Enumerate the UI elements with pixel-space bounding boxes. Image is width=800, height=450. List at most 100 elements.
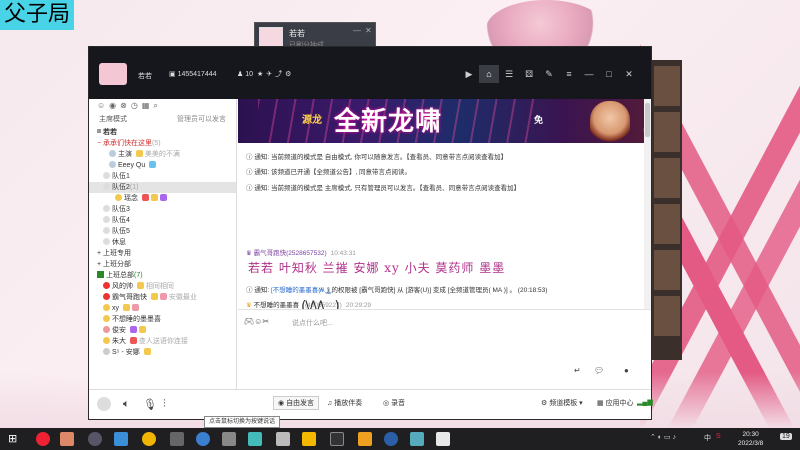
location-icon[interactable]: ◉ — [109, 101, 116, 110]
tree-item[interactable]: 队伍5 — [89, 226, 236, 237]
member-note: 安徽最业 — [168, 294, 197, 301]
maximize-icon[interactable]: □ — [599, 65, 619, 83]
plane-icon[interactable]: ✈ — [266, 71, 275, 78]
tree-item-selected[interactable]: 队伍2(1) — [89, 182, 236, 193]
user-avatar[interactable] — [99, 63, 127, 85]
my-avatar[interactable] — [97, 397, 111, 411]
channel-banner[interactable]: 源龙 全新龙啸 免 — [238, 99, 644, 143]
tree-item[interactable]: 队伍1 — [89, 171, 236, 182]
person-icon[interactable]: ☺ — [97, 101, 105, 110]
search-icon[interactable]: ⌕ — [153, 101, 157, 110]
app-icon-yy[interactable] — [358, 432, 372, 446]
scissors-icon[interactable]: ✂ — [262, 317, 269, 326]
app-icon-dark[interactable] — [330, 432, 344, 446]
minimize-icon[interactable]: — — [579, 65, 599, 83]
link-icon[interactable]: ⊗ — [120, 101, 127, 110]
chat-bubble-icon[interactable]: 💬︎ — [594, 366, 604, 375]
tree-item[interactable]: 上班总部(7) — [89, 270, 236, 281]
dot-icon — [103, 227, 110, 234]
video-icon[interactable]: ▶ — [459, 65, 479, 83]
tree-member[interactable]: 俊安 — [89, 325, 236, 336]
tree-item[interactable]: 队伍4 — [89, 215, 236, 226]
channel-mode-row[interactable]: 主席模式 管理员可以发言 — [89, 111, 236, 127]
user-icon — [103, 282, 110, 289]
tree-item-label: 队伍4 — [112, 217, 130, 224]
tree-member[interactable]: 不想睡的墨墨喜 — [89, 314, 236, 325]
gamepad-icon[interactable]: ⚄ — [519, 65, 539, 83]
gem-badge-icon — [159, 194, 167, 201]
tree-member[interactable]: 瑶念 — [89, 193, 236, 204]
chrome-icon[interactable] — [142, 432, 156, 446]
tree-member[interactable]: 主演 美美的不满 — [89, 149, 236, 160]
minimize-icon[interactable]: — — [353, 26, 361, 35]
history-icon[interactable]: ◷ — [131, 101, 138, 110]
message-sender[interactable]: ♛ 霸气哥跑快(2528657532) 10:43:31 — [246, 247, 356, 257]
play-music-button[interactable]: ♫ 播放伴奏 — [327, 398, 362, 408]
gamepad-icon[interactable]: 🎮︎ — [244, 317, 254, 326]
app-icon-white[interactable] — [436, 432, 450, 446]
tree-item[interactable]: 休息 — [89, 237, 236, 248]
tray-icons[interactable]: ⌃ ◐ ▭ ♪ — [650, 433, 676, 441]
app-icon-box[interactable] — [222, 432, 236, 446]
channel-mode-button[interactable]: ⚙ 频道模板 ▾ — [541, 398, 583, 408]
menu-icon[interactable]: ≡ — [559, 65, 579, 83]
record-button[interactable]: ◎ 录音 — [383, 398, 405, 408]
tree-item[interactable]: 若若 — [89, 127, 236, 138]
message-sender[interactable]: ♛ 不想睡的墨墨喜 (\/\/\ ͜ ͜ ͜) (400559227) 20:29… — [246, 299, 371, 315]
tree-item-label: 队伍3 — [112, 206, 130, 213]
tree-item[interactable]: 队伍3 — [89, 204, 236, 215]
tree-item[interactable]: − 承承们快在这里(5) — [89, 138, 236, 149]
equalizer-icon[interactable]: ⫶ — [163, 398, 166, 411]
gem-badge-icon — [129, 326, 137, 333]
close-icon[interactable]: ✕ — [619, 65, 639, 83]
heart-badge-icon — [129, 337, 137, 344]
tree-member[interactable]: S⁵ - 安娜 — [89, 347, 236, 358]
share-icon[interactable]: ⤴ — [275, 71, 285, 78]
input-method-icon[interactable]: S — [716, 433, 721, 440]
free-speech-button[interactable]: ◉ 自由发言 — [273, 396, 320, 410]
app-icon-orange[interactable] — [60, 432, 74, 446]
ime-indicator[interactable]: 中 — [704, 433, 711, 443]
tree-member[interactable]: 风的帅 相同相同 — [89, 281, 236, 292]
enter-icon[interactable]: ↵ — [574, 366, 581, 375]
windows-start-icon[interactable]: ⊞ — [8, 432, 22, 446]
app-icon-gray[interactable] — [170, 432, 184, 446]
list-icon[interactable]: ☰ — [499, 65, 519, 83]
notification-count[interactable]: 19 — [780, 433, 792, 440]
home-icon[interactable]: ⌂ — [479, 65, 499, 83]
gear-icon[interactable]: ⚙ — [285, 71, 294, 78]
user-id: ▣ 1455417444 — [169, 70, 217, 78]
tree-member[interactable]: xy — [89, 303, 236, 314]
notice-user-link[interactable]: [不想睡的墨墨喜 — [271, 287, 318, 294]
scrollbar-thumb[interactable] — [645, 103, 650, 137]
background-window-strip — [652, 60, 682, 360]
app-icon-light[interactable] — [276, 432, 290, 446]
taskbar-clock[interactable]: 20:30 2022/3/8 — [738, 430, 763, 448]
close-icon[interactable]: ✕ — [365, 26, 372, 35]
star-icon[interactable]: ★ — [257, 71, 266, 78]
chat-scrollbar[interactable] — [644, 99, 651, 335]
tree-item[interactable]: + 上班分部 — [89, 259, 236, 270]
app-center-button[interactable]: ▦ 应用中心 — [597, 398, 634, 408]
notice-text: 当前频道的模式是 主席模式, 只有管理员可以发言。【查看员、同意带言点阅读查看加… — [270, 185, 521, 192]
role-change-notice: ⓘ 通知: [不想睡的墨墨喜(\/\/\ ͜ ͜ ͜ ͜)] 的权限被 [霸气哥… — [246, 284, 547, 294]
record-icon[interactable]: ● — [624, 366, 629, 375]
message-input[interactable]: 说点什么吧... — [292, 318, 333, 328]
tree-member[interactable]: Eeey Qu — [89, 160, 236, 171]
tree-member[interactable]: 朱大 查人送语你连接 — [89, 336, 236, 347]
app-icon-circle[interactable] — [196, 432, 210, 446]
app-icon-teal[interactable] — [248, 432, 262, 446]
microphone-icon[interactable]: 🎙︎ — [143, 398, 157, 411]
app-icon-yellow[interactable] — [302, 432, 316, 446]
pen-icon[interactable]: ✎ — [539, 65, 559, 83]
qrcode-icon[interactable]: ▦ — [142, 101, 150, 110]
notice-prefix: 通知: — [254, 185, 270, 192]
app-icon-game[interactable] — [410, 432, 424, 446]
tree-item[interactable]: + 上班专用 — [89, 248, 236, 259]
app-icon-obs[interactable] — [88, 432, 102, 446]
steam-icon[interactable] — [384, 432, 398, 446]
app-icon-netease[interactable] — [36, 432, 50, 446]
app-icon-blue[interactable] — [114, 432, 128, 446]
speaker-icon[interactable]: 🔈︎ — [123, 398, 130, 411]
tree-member[interactable]: 霸气哥跑快 安徽最业 — [89, 292, 236, 303]
